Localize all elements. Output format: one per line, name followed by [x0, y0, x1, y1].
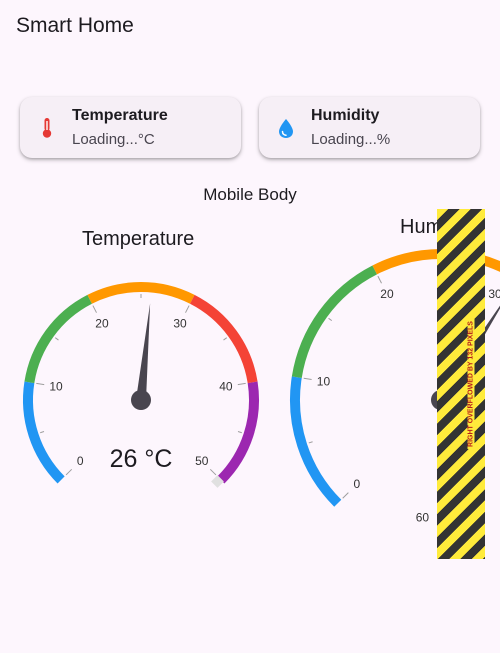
- temperature-gauge-range-arc: [189, 294, 258, 384]
- temperature-gauge-tick: [54, 337, 59, 341]
- humidity-gauge-tick: [377, 275, 382, 284]
- humidity-gauge-tick-label: 0: [354, 477, 361, 491]
- temperature-gauge-tick: [92, 305, 97, 313]
- overflow-warning-stripe: [437, 209, 485, 559]
- temperature-gauge-tick: [209, 468, 217, 476]
- temperature-gauge-tick: [65, 468, 73, 476]
- temperature-gauge-tick: [223, 337, 228, 341]
- temperature-gauge-readout: 26 °C: [110, 445, 173, 473]
- temperature-gauge-tick: [237, 431, 242, 434]
- humidity-gauge-tick-label: 10: [317, 374, 331, 388]
- humidity-gauge-tick-label: 60: [416, 511, 430, 525]
- overflow-warning-text: RIGHT OVERFLOWED BY 132 PIXELS: [467, 319, 475, 449]
- temperature-gauge-tick-label: 50: [195, 454, 209, 468]
- humidity-gauge-tick: [308, 441, 313, 444]
- temperature-gauge-needle: [136, 303, 151, 401]
- temperature-gauge-range-arc: [24, 294, 93, 384]
- temperature-gauge-range-arc: [217, 381, 259, 484]
- humidity-gauge-range-arc: [291, 265, 378, 378]
- humidity-gauge-tick: [328, 317, 333, 322]
- humidity-gauge-tick: [342, 492, 349, 499]
- temperature-gauge-tick: [185, 305, 190, 313]
- temperature-gauge-tick-label: 20: [95, 316, 109, 330]
- temperature-gauge-tick-label: 30: [173, 316, 187, 330]
- temperature-gauge-tick-label: 10: [49, 380, 63, 394]
- gauge-canvas: 0102030405026 °C0102030405060: [23, 249, 500, 525]
- humidity-gauge-tick: [303, 377, 312, 381]
- humidity-gauge-range-arc: [290, 376, 342, 507]
- temperature-gauge-tick-label: 0: [77, 454, 84, 468]
- temperature-gauge-range-arc: [23, 381, 65, 484]
- temperature-gauge-tick: [40, 431, 45, 434]
- humidity-gauge-tick-label: 30: [488, 287, 500, 301]
- temperature-gauge-tick-label: 40: [219, 380, 233, 394]
- temperature-gauge-tick: [237, 382, 246, 386]
- humidity-gauge-tick-label: 20: [380, 287, 394, 301]
- temperature-gauge-tick: [36, 382, 45, 386]
- temperature-gauge-needle-knob: [131, 390, 151, 410]
